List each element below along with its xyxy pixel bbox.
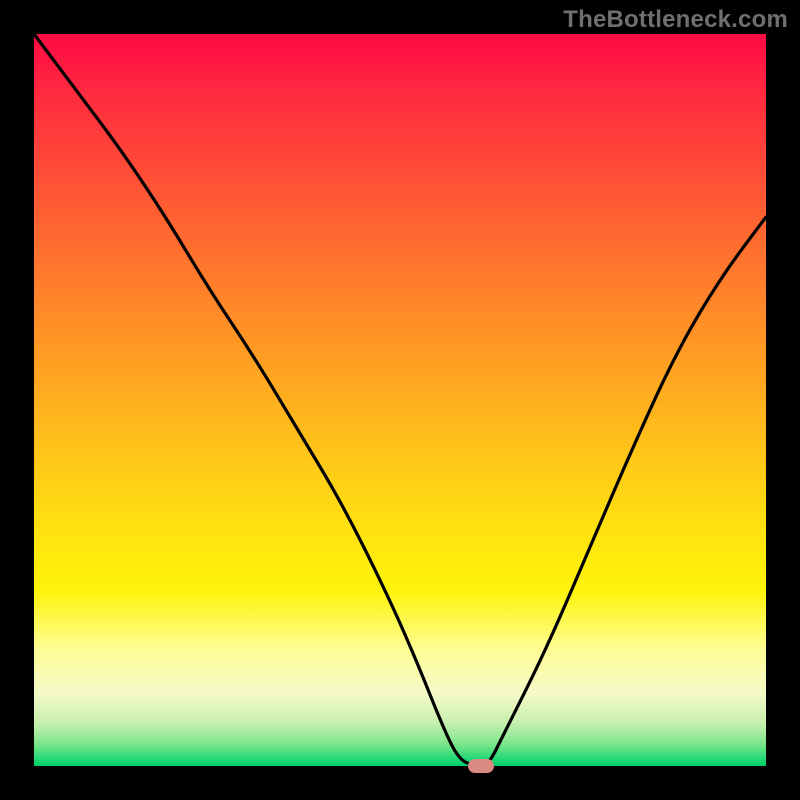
plot-area [34,34,766,766]
chart-frame: TheBottleneck.com [0,0,800,800]
bottleneck-curve [34,34,766,766]
curve-path [34,34,766,766]
minimum-marker [468,759,494,773]
watermark-text: TheBottleneck.com [563,6,788,34]
